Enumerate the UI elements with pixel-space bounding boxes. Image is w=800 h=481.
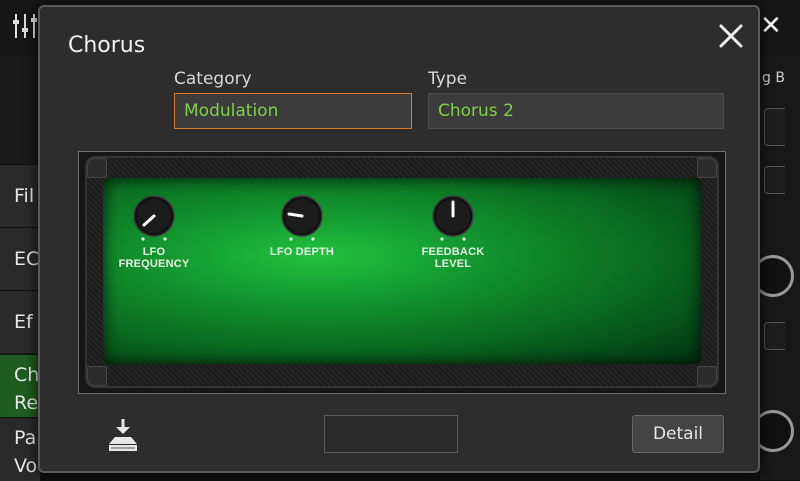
lfo-frequency-knob[interactable]: LFO FREQUENCY <box>109 194 199 274</box>
detail-button[interactable]: Detail <box>632 415 724 453</box>
value-display-field[interactable] <box>324 415 458 453</box>
type-label: Type <box>428 69 468 89</box>
background-menu-item[interactable]: Pa Vo <box>0 417 40 481</box>
lfo-depth-knob[interactable]: LFO DEPTH <box>257 194 347 274</box>
chorus-dialog: Chorus Category Modulation Type Chorus 2… <box>38 5 760 473</box>
background-menu-item[interactable]: Ef <box>0 290 40 353</box>
background-field[interactable] <box>764 322 785 350</box>
knob-label: LFO DEPTH <box>269 246 335 258</box>
knob-icon <box>281 195 323 241</box>
category-label: Category <box>174 69 252 89</box>
knob-label: LFO FREQUENCY <box>118 246 190 270</box>
background-field[interactable] <box>764 108 785 146</box>
knob-label: FEEDBACK LEVEL <box>421 246 485 270</box>
knob-icon <box>432 195 474 241</box>
save-icon[interactable] <box>106 417 140 453</box>
knob-icon <box>133 195 175 241</box>
background-close-icon[interactable]: ✕ <box>760 12 782 40</box>
panel-corner <box>87 366 107 386</box>
effect-screen: LFO FREQUENCY LFO DEPTH FEEDBACK LEVEL <box>103 178 701 364</box>
background-menu-item[interactable]: Fil <box>0 164 40 227</box>
background-field[interactable] <box>764 166 785 194</box>
background-menu-item[interactable]: EC <box>0 227 40 290</box>
close-icon[interactable] <box>714 19 748 53</box>
type-field[interactable]: Chorus 2 <box>428 93 724 129</box>
panel-corner <box>697 158 717 178</box>
mixer-icon[interactable] <box>12 12 38 40</box>
effect-casing: LFO FREQUENCY LFO DEPTH FEEDBACK LEVEL <box>85 156 719 388</box>
panel-corner <box>87 158 107 178</box>
background-right-label: g B <box>762 70 785 86</box>
panel-corner <box>697 366 717 386</box>
feedback-level-knob[interactable]: FEEDBACK LEVEL <box>408 194 498 274</box>
category-field[interactable]: Modulation <box>174 93 412 129</box>
effect-panel: LFO FREQUENCY LFO DEPTH FEEDBACK LEVEL <box>78 151 726 394</box>
background-menu-item-active[interactable]: Ch Re <box>0 354 40 417</box>
dialog-title: Chorus <box>68 33 146 58</box>
